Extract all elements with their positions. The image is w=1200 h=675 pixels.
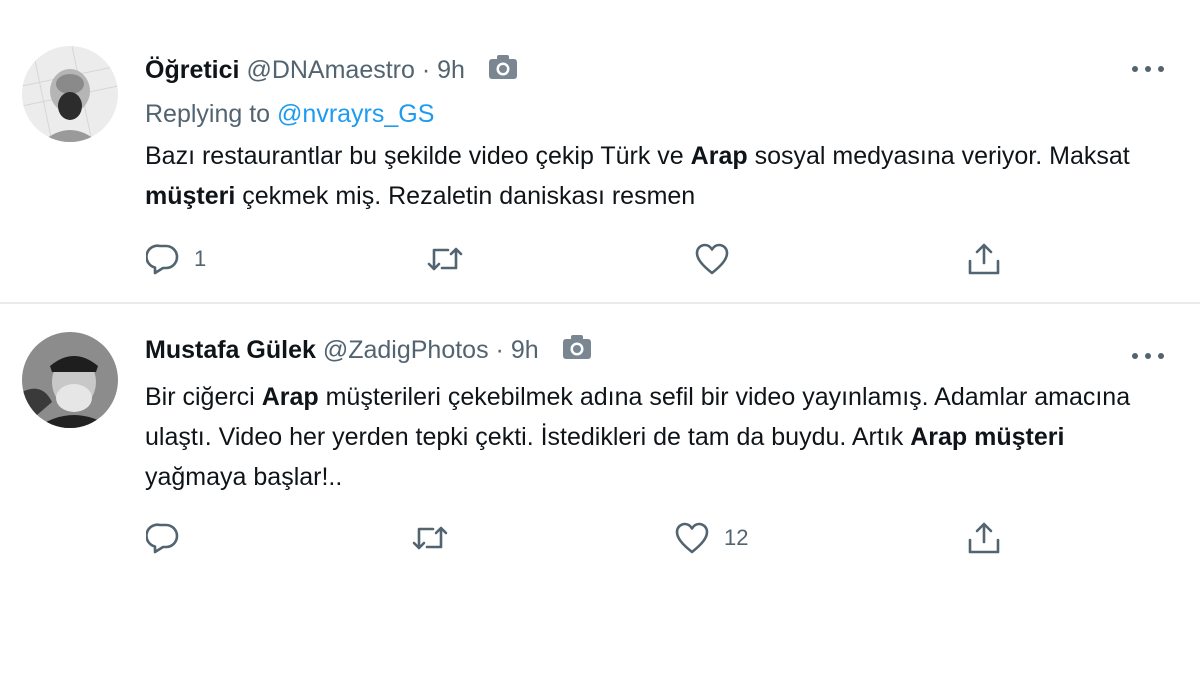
tweet-actions: 1 — [0, 239, 1200, 279]
avatar-image — [22, 46, 118, 142]
separator-dot: · — [495, 336, 504, 364]
text-segment: yağmaya başlar!.. — [145, 463, 343, 491]
retweet-icon — [426, 242, 464, 276]
avatar[interactable] — [22, 332, 118, 428]
retweet-icon — [411, 521, 449, 555]
share-icon — [966, 520, 1002, 556]
share-button[interactable] — [966, 518, 1002, 558]
tweet-2[interactable]: Mustafa Gülek @ZadigPhotos · 9h Bir ciğe… — [0, 304, 1200, 594]
avatar-image — [22, 332, 118, 428]
share-icon — [966, 241, 1002, 277]
timestamp[interactable]: 9h — [437, 56, 465, 84]
text-segment-bold: Arap — [261, 383, 319, 411]
text-segment-bold: Arap müşteri — [910, 423, 1065, 451]
heart-icon — [694, 242, 730, 276]
camera-icon — [488, 54, 518, 88]
separator-dot: · — [421, 56, 431, 84]
tweet-text: Bir ciğerci Arap müşterileri çekebilmek … — [145, 377, 1155, 497]
like-button[interactable] — [694, 239, 744, 279]
tweet-actions: 12 — [0, 518, 1200, 558]
reply-button[interactable]: 1 — [146, 239, 206, 279]
reply-icon — [146, 242, 180, 276]
user-handle[interactable]: @DNAmaestro — [246, 56, 414, 84]
reply-count: 1 — [194, 246, 207, 271]
display-name[interactable]: Öğretici — [145, 56, 239, 84]
like-button[interactable]: 12 — [674, 518, 748, 558]
more-icon[interactable] — [1130, 348, 1166, 364]
display-name[interactable]: Mustafa Gülek — [145, 336, 316, 364]
reply-mention-link[interactable]: @nvrayrs_GS — [277, 100, 434, 128]
share-button[interactable] — [966, 239, 1002, 279]
tweet-1[interactable]: Öğretici @DNAmaestro · 9h Replying to @n… — [0, 0, 1200, 303]
heart-icon — [674, 521, 710, 555]
text-segment: çekmek miş. Rezaletin daniskası resmen — [235, 182, 696, 210]
reply-button[interactable] — [146, 518, 194, 558]
reply-icon — [146, 521, 180, 555]
text-segment-bold: müşteri — [145, 182, 236, 210]
text-segment: Bir ciğerci — [145, 383, 262, 411]
retweet-button[interactable] — [426, 239, 478, 279]
avatar[interactable] — [22, 46, 118, 142]
text-segment: sosyal medyasına veriyor. Maksat — [747, 142, 1130, 170]
text-segment-bold: Arap — [690, 142, 748, 170]
more-icon[interactable] — [1130, 61, 1166, 77]
replying-to-label: Replying to — [145, 100, 271, 128]
text-segment: Bazı restaurantlar bu şekilde video çeki… — [145, 142, 691, 170]
user-handle[interactable]: @ZadigPhotos — [323, 336, 489, 364]
retweet-button[interactable] — [411, 518, 463, 558]
tweet-header: Öğretici @DNAmaestro · 9h — [145, 54, 518, 88]
tweet-text: Bazı restaurantlar bu şekilde video çeki… — [145, 136, 1155, 216]
replying-to: Replying to @nvrayrs_GS — [145, 98, 434, 130]
camera-icon — [562, 334, 592, 368]
like-count: 12 — [724, 525, 749, 550]
timestamp[interactable]: 9h — [511, 336, 539, 364]
tweet-header: Mustafa Gülek @ZadigPhotos · 9h — [145, 334, 592, 368]
